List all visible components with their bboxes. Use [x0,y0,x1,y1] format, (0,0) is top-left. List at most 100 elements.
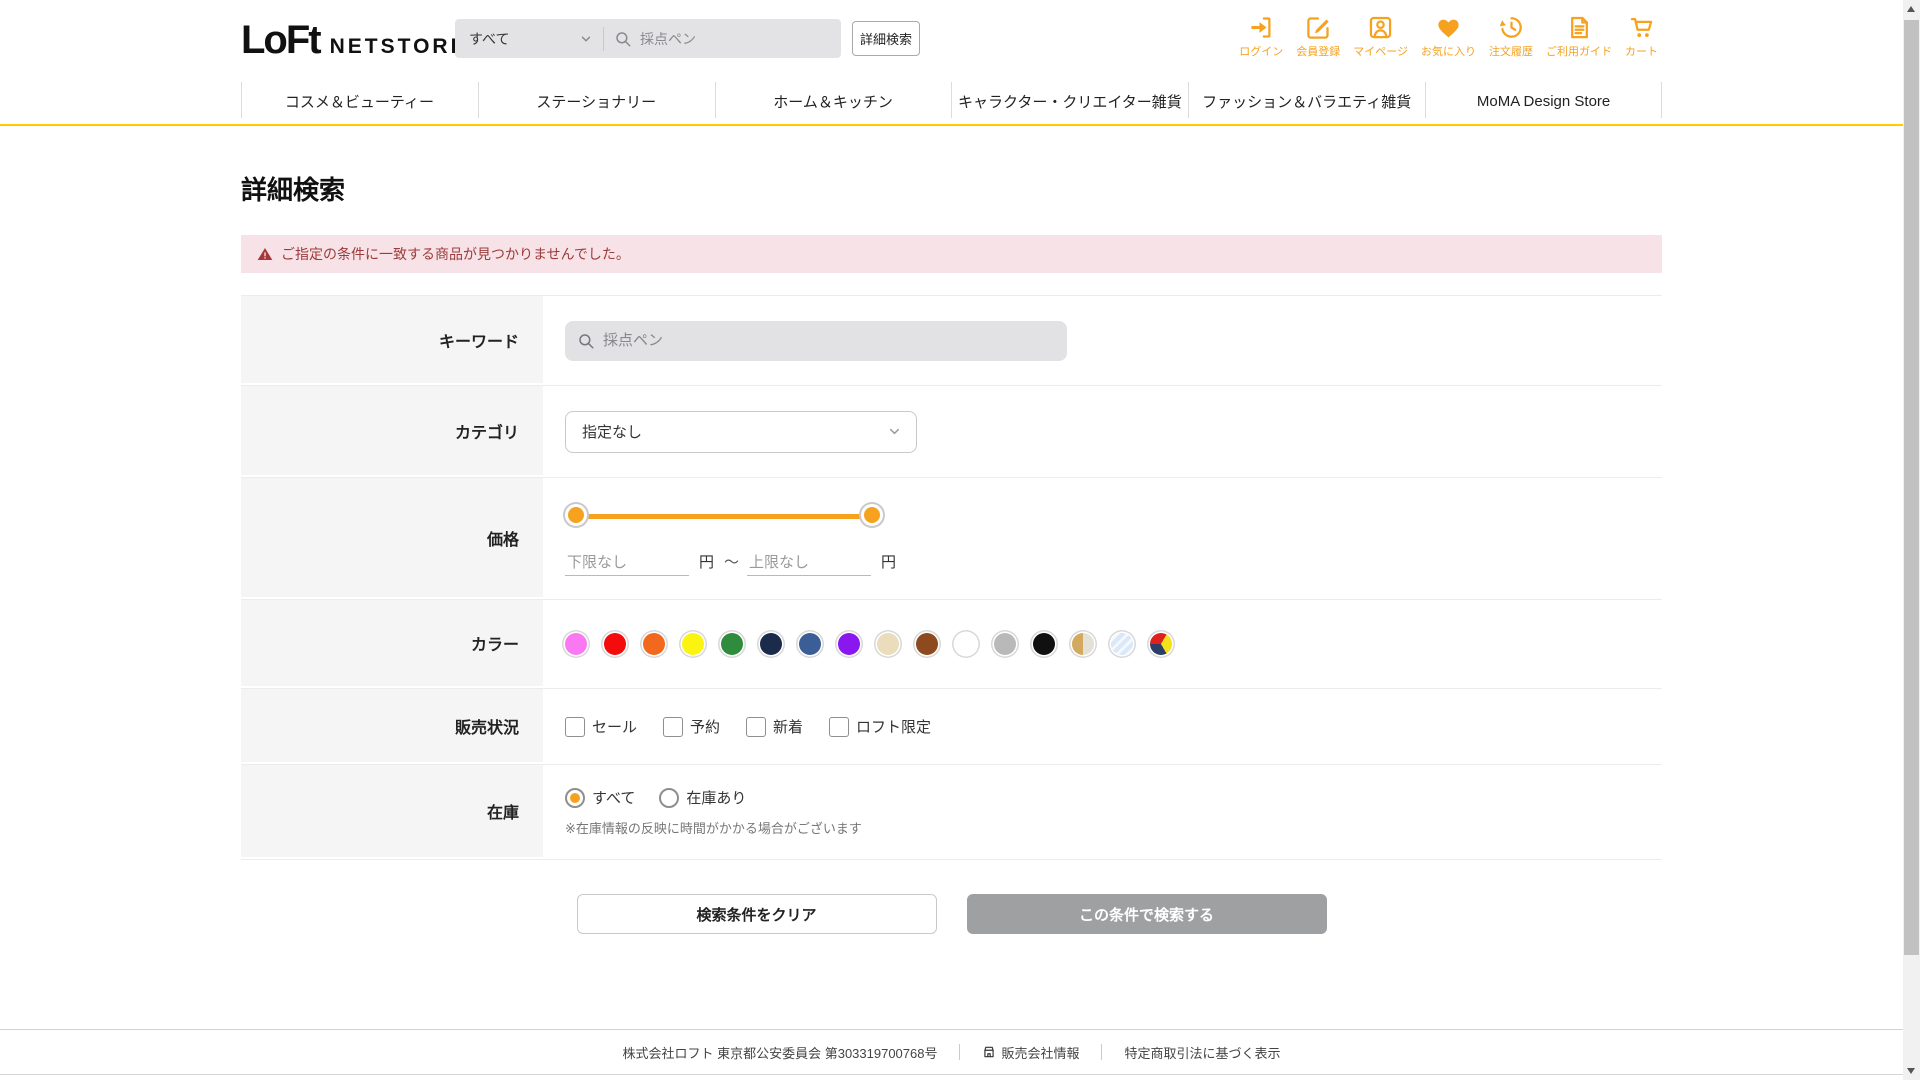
color-swatch-blue[interactable] [799,633,821,655]
color-swatch-multicolor[interactable] [1150,633,1172,655]
keyword-row: キーワード [241,296,1662,386]
stock-label: 在庫 [241,765,543,859]
sale-option[interactable]: ロフト限定 [829,716,931,737]
sale-option[interactable]: 新着 [746,716,803,737]
nav-item[interactable]: コスメ＆ビューティー [241,78,478,124]
warning-icon [257,246,273,262]
chevron-down-icon [579,32,593,46]
color-swatch-purple[interactable] [838,633,860,655]
price-max-unit: 円 [881,553,897,571]
sale-option[interactable]: 予約 [663,716,720,737]
color-swatch-black[interactable] [1033,633,1055,655]
quicklink-label: 注文履歴 [1489,46,1533,58]
price-min-input[interactable] [565,549,689,576]
color-row: カラー [241,600,1662,689]
price-max-input[interactable] [747,549,872,576]
keyword-input-wrap [565,320,1067,361]
color-swatch-beige[interactable] [877,633,899,655]
price-label: 価格 [241,478,543,599]
color-swatch-clear[interactable] [1111,633,1133,655]
quicklink-label: お気に入り [1421,46,1476,58]
stock-option[interactable]: すべて [565,787,635,808]
checkbox[interactable] [663,716,684,737]
scrollbar-up-arrow-icon[interactable] [1907,6,1915,12]
guide-icon [1566,14,1593,41]
color-swatch-brown[interactable] [916,633,938,655]
quicklink-login[interactable]: ログイン [1239,14,1283,59]
stock-row: 在庫 すべて 在庫あり ※在庫情報の反映に時間がかかる場合がございます [241,765,1662,860]
main-content: 詳細検索 ご指定の条件に一致する商品が見つかりませんでした。 キーワード 採点ペ… [0,170,1920,934]
advanced-search-button[interactable]: 詳細検索 [852,21,920,56]
footer-link[interactable]: 特定商取引法に基づく表示 [1124,1043,1280,1062]
color-swatches [565,633,1172,655]
nav-item[interactable]: キャラクター・クリエイター雑貨 [951,78,1188,124]
keyword-input[interactable] [603,332,1067,349]
stock-note: ※在庫情報の反映に時間がかかる場合がございます [565,821,862,836]
chevron-down-icon [887,424,902,439]
search-category-select[interactable]: すべて [455,19,603,58]
sale-options: セール 予約 新着 ロフト限定 [565,716,931,737]
page: LoFt NETSTORE すべて 採点ペン 詳細検索 ログイン 会員登録マイペー… [0,0,1920,1080]
logo-netstore-text: NETSTORE [329,35,468,58]
scrollbar-thumb[interactable] [1904,20,1919,955]
radio-label: すべて [592,790,636,807]
footer-bottom-line [0,1074,1903,1075]
nav-item[interactable]: ステーショナリー [477,78,715,124]
error-message-box: ご指定の条件に一致する商品が見つかりませんでした。 [241,235,1662,273]
keyword-label: キーワード [241,296,543,385]
scrollbar-down-arrow-icon[interactable] [1907,1068,1915,1074]
search-query-text: 採点ペン [640,30,696,47]
checkbox[interactable] [746,716,767,737]
error-message-text: ご指定の条件に一致する商品が見つかりませんでした。 [281,246,630,262]
footer-link[interactable]: 販売会社情報 [982,1043,1079,1062]
nav-item[interactable]: ホーム＆キッチン [714,78,952,124]
quicklink-label: ご利用ガイド [1546,46,1612,58]
clear-conditions-button[interactable]: 検索条件をクリア [576,894,937,934]
color-swatch-red[interactable] [604,633,626,655]
color-swatch-white[interactable] [955,633,977,655]
quicklink-label: ログイン [1239,46,1284,58]
price-slider-min-handle[interactable] [565,503,587,526]
quicklink-label: マイページ [1353,46,1408,58]
stock-option[interactable]: 在庫あり [659,787,746,808]
radio[interactable] [565,787,585,808]
quicklink-history[interactable]: 注文履歴 [1489,14,1533,59]
color-swatch-yellow[interactable] [682,633,704,655]
search-input[interactable]: 採点ペン [604,29,841,49]
search-with-conditions-button[interactable]: この条件で検索する [966,894,1327,934]
sale-option[interactable]: セール [565,716,637,737]
nav-item[interactable]: MoMA Design Store [1425,78,1662,124]
quicklink-guide[interactable]: ご利用ガイド [1546,14,1612,59]
vertical-scrollbar[interactable] [1903,0,1920,1080]
logo-loft-text: LoFt [241,18,322,62]
quicklink-label: カート [1625,46,1658,58]
color-swatch-navy[interactable] [760,633,782,655]
cart-icon [1628,14,1655,41]
nav-item[interactable]: ファッション＆バラエティ雑貨 [1188,78,1425,124]
category-select[interactable]: 指定なし [565,410,917,453]
search-icon [614,30,632,48]
radio[interactable] [659,787,680,808]
quicklink-cart[interactable]: カート [1625,14,1658,59]
page-title: 詳細検索 [241,175,346,205]
color-swatch-pink[interactable] [565,633,587,655]
quicklink-favorites[interactable]: お気に入り [1421,14,1476,59]
color-label: カラー [241,600,543,688]
price-slider-max-handle[interactable] [861,503,883,526]
quicklink-mypage[interactable]: マイページ [1353,14,1408,59]
checkbox[interactable] [565,716,585,737]
color-swatch-gray[interactable] [994,633,1016,655]
color-swatch-green[interactable] [721,633,743,655]
category-select-value: 指定なし [582,424,643,441]
color-swatch-gold-silver[interactable] [1072,633,1094,655]
checkbox[interactable] [829,716,850,737]
storefront-icon [982,1045,996,1059]
price-slider-track [575,513,873,519]
checkbox-label: ロフト限定 [856,719,932,736]
color-swatch-orange[interactable] [643,633,665,655]
loft-logo[interactable]: LoFt NETSTORE [241,18,468,63]
site-header: LoFt NETSTORE すべて 採点ペン 詳細検索 ログイン 会員登録マイペー… [0,0,1920,78]
mypage-icon [1367,14,1394,41]
quicklink-register[interactable]: 会員登録 [1296,14,1340,59]
price-separator: ～ [724,553,740,571]
